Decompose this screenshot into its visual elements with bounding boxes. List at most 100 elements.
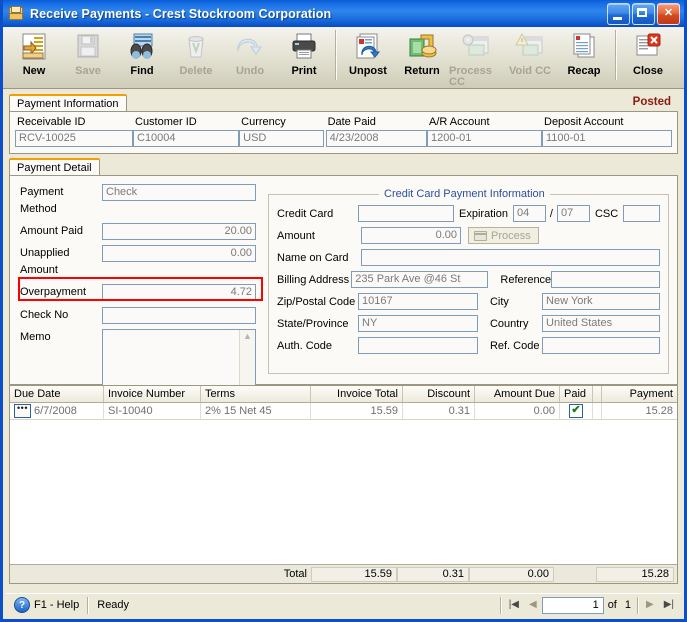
label-city: City [489,295,509,308]
toolbar-label-save: Save [75,65,101,77]
cell-amount-due[interactable]: 0.00 [475,403,560,419]
status-badge-posted: Posted [632,96,671,108]
input-auth-code[interactable] [358,337,478,354]
minimize-button[interactable] [607,2,630,25]
cell-due-date[interactable]: ••• 6/7/2008 [10,403,104,419]
next-record-button[interactable]: ▶ [641,600,659,610]
close-button[interactable]: ✕ [657,2,680,25]
grid-total-row: Total 15.59 0.31 0.00 15.28 [10,564,677,583]
input-overpayment[interactable]: 4.72 [102,284,256,301]
input-csc[interactable] [623,205,660,222]
paid-checkbox[interactable]: ✔ [569,404,583,418]
toolbar-label-close: Close [633,65,663,77]
input-customer-id[interactable]: C10004 [133,130,239,147]
input-amount-paid[interactable]: 20.00 [102,223,256,240]
label-credit-card: Credit Card [277,207,334,220]
status-separator-3 [637,596,639,614]
input-ref-code[interactable] [542,337,660,354]
input-currency[interactable]: USD [239,130,325,147]
row-overpayment: Overpayment 4.72 [20,284,260,301]
grid-header-spacer[interactable] [593,386,602,402]
client-area: Payment Information Posted Receivable ID… [3,89,684,412]
grid-header-amount-due[interactable]: Amount Due [475,386,560,402]
cell-paid[interactable]: ✔ [560,403,593,419]
input-cc-amount[interactable]: 0.00 [361,227,461,244]
input-ar-account[interactable]: 1200-01 [427,130,542,147]
grid-header-payment[interactable]: Payment [602,386,677,402]
toolbar-button-void-cc[interactable]: Void CC [503,27,557,85]
input-receivable-id[interactable]: RCV-10025 [15,130,133,147]
scroll-up-icon[interactable]: ▲ [243,330,252,343]
grid-header-discount[interactable]: Discount [403,386,475,402]
toolbar-button-new[interactable]: New [7,27,61,85]
toolbar-button-return[interactable]: Return [395,27,449,85]
toolbar-label-recap: Recap [567,65,601,77]
toolbar-button-print[interactable]: Print [277,27,331,85]
last-record-button[interactable]: ▶| [659,600,679,610]
input-city[interactable]: New York [542,293,660,310]
input-deposit-account[interactable]: 1100-01 [542,130,672,147]
first-record-button[interactable]: |◀ [504,600,524,610]
toolbar-label-return: Return [404,65,440,77]
grid-header-invoice-number[interactable]: Invoice Number [104,386,201,402]
input-check-no[interactable] [102,307,256,324]
label-unapplied-amount: Unapplied Amount [20,247,70,276]
grid-header-paid[interactable]: Paid [560,386,593,402]
label-reference: Reference [500,273,552,286]
toolbar-button-save[interactable]: Save [61,27,115,85]
cell-due-date-text: 6/7/2008 [34,405,77,417]
input-credit-card[interactable] [357,205,455,222]
payment-detail-panel: Payment Method Check Amount Paid 20.00 U… [9,175,678,412]
input-expiration-year[interactable]: 07 [556,205,590,222]
label-name-on-card: Name on Card [277,251,349,264]
cell-invoice-total[interactable]: 15.59 [311,403,403,419]
toolbar-button-find[interactable]: Find [115,27,169,85]
cell-payment[interactable]: 15.28 [602,403,677,419]
input-date-paid[interactable]: 4/23/2008 [325,130,427,147]
grid-header-invoice-total[interactable]: Invoice Total [311,386,403,402]
row-unapplied-amount: Unapplied Amount 0.00 [20,245,260,279]
grid-header-due-date[interactable]: Due Date [10,386,104,402]
binoculars-icon [125,31,159,63]
cell-terms[interactable]: 2% 15 Net 45 [201,403,311,419]
input-name-on-card[interactable] [361,249,660,266]
help-section[interactable]: ? F1 - Help [8,596,85,615]
title-bar: Receive Payments - Crest Stockroom Corpo… [3,0,684,27]
toolbar-button-process-cc[interactable]: Process CC [449,27,503,88]
toolbar-button-unpost[interactable]: Unpost [341,27,395,85]
table-row[interactable]: ••• 6/7/2008 SI-10040 2% 15 Net 45 15.59… [10,403,677,420]
row-credit-card: Credit Card Expiration 04 / 07 CSC [277,205,660,222]
page-number-input[interactable]: 1 [541,596,604,614]
cell-discount[interactable]: 0.31 [403,403,475,419]
process-button[interactable]: Process [468,227,539,244]
input-billing-address[interactable]: 235 Park Ave @46 St [351,271,489,288]
tab-payment-information[interactable]: Payment Information [9,94,127,111]
row-amount-paid: Amount Paid 20.00 [20,223,260,240]
toolbar-separator-2 [615,30,617,80]
input-zip[interactable]: 10167 [358,293,478,310]
grid-header-terms[interactable]: Terms [201,386,311,402]
process-cc-icon [459,31,493,63]
status-state: Ready [97,599,130,611]
label-csc: CSC [594,207,619,220]
input-unapplied-amount[interactable]: 0.00 [102,245,256,262]
row-name-on-card: Name on Card [277,249,660,266]
label-deposit-account: Deposit Account [544,116,624,128]
input-expiration-month[interactable]: 04 [512,205,546,222]
due-date-ellipsis-button[interactable]: ••• [14,403,31,418]
toolbar-button-delete[interactable]: Delete [169,27,223,85]
field-group-customer-id: Customer ID C10004 [133,116,239,147]
input-reference[interactable] [551,271,661,288]
input-payment-method[interactable]: Check [102,184,256,201]
label-ref-code: Ref. Code [489,339,540,352]
toolbar-button-undo[interactable]: Undo [223,27,277,85]
input-country[interactable]: United States [542,315,660,332]
maximize-button[interactable] [632,2,655,25]
cell-invoice-number[interactable]: SI-10040 [104,403,201,419]
previous-record-button[interactable]: ◀ [524,600,542,610]
grid-body: ••• 6/7/2008 SI-10040 2% 15 Net 45 15.59… [10,403,677,563]
input-state[interactable]: NY [358,315,478,332]
toolbar-button-recap[interactable]: Recap [557,27,611,85]
toolbar-button-close[interactable]: Close [621,27,675,85]
tab-payment-detail[interactable]: Payment Detail [9,158,100,175]
